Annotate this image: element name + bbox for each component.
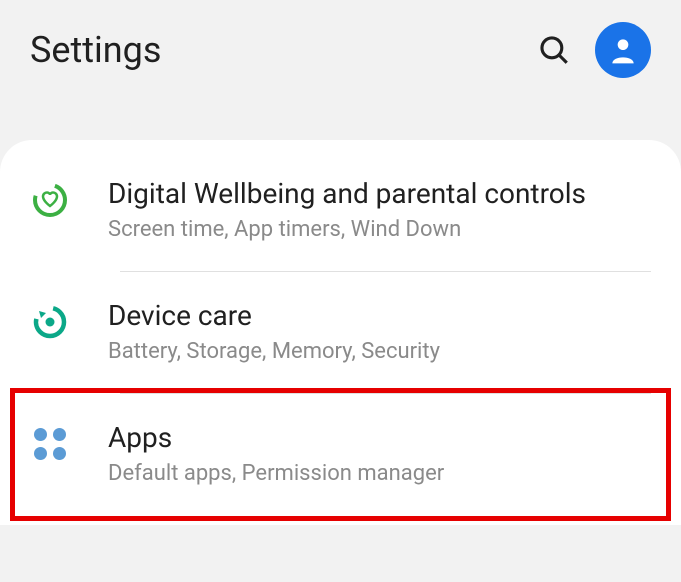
list-item-content: Digital Wellbeing and parental controls … bbox=[108, 176, 651, 245]
header-actions bbox=[537, 22, 651, 78]
list-item-digital-wellbeing[interactable]: Digital Wellbeing and parental controls … bbox=[0, 150, 681, 271]
list-item-content: Device care Battery, Storage, Memory, Se… bbox=[108, 298, 651, 367]
list-item-title: Device care bbox=[108, 298, 651, 334]
list-item-content: Apps Default apps, Permission manager bbox=[108, 420, 651, 489]
profile-avatar[interactable] bbox=[595, 22, 651, 78]
list-item-subtitle: Default apps, Permission manager bbox=[108, 460, 651, 489]
list-item-apps[interactable]: Apps Default apps, Permission manager bbox=[0, 394, 681, 515]
device-care-icon bbox=[30, 302, 70, 342]
wellbeing-icon bbox=[30, 180, 70, 220]
search-icon[interactable] bbox=[537, 33, 571, 67]
list-item-subtitle: Screen time, App timers, Wind Down bbox=[108, 216, 651, 245]
list-item-title: Apps bbox=[108, 420, 651, 456]
list-item-subtitle: Battery, Storage, Memory, Security bbox=[108, 338, 651, 367]
apps-icon bbox=[30, 424, 70, 464]
settings-list: Digital Wellbeing and parental controls … bbox=[0, 140, 681, 525]
list-item-device-care[interactable]: Device care Battery, Storage, Memory, Se… bbox=[0, 272, 681, 393]
list-item-title: Digital Wellbeing and parental controls bbox=[108, 176, 651, 212]
page-title: Settings bbox=[30, 29, 537, 71]
header: Settings bbox=[0, 0, 681, 100]
